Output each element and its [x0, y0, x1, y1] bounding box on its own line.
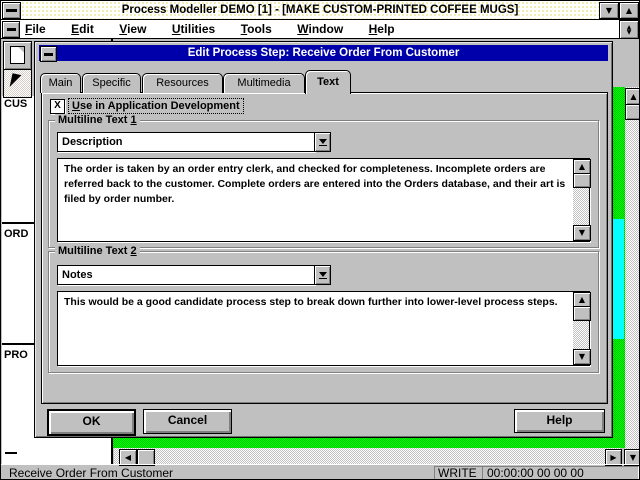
multiline-text-1-group: Multiline Text 1 Description The order i…	[48, 120, 599, 248]
description-scrollbar[interactable]: ▲ ▼	[573, 159, 589, 241]
status-message: Receive Order From Customer	[9, 465, 173, 480]
scroll-down-button[interactable]: ▼	[573, 349, 591, 365]
new-document-icon	[10, 46, 25, 64]
menu-view[interactable]: View	[119, 20, 146, 38]
multiline2-combo-dropdown-button[interactable]	[314, 265, 331, 285]
clipped-shape	[5, 452, 17, 454]
menu-help[interactable]: Help	[369, 20, 395, 38]
menu-window[interactable]: Window	[297, 20, 343, 38]
menu-edit[interactable]: Edit	[71, 20, 94, 38]
document-menu-button[interactable]	[2, 21, 20, 38]
process-step-shape[interactable]	[613, 219, 624, 339]
minimize-button[interactable]: ▼	[599, 2, 619, 19]
text-tab-panel: X Use in Application Development Multili…	[41, 92, 608, 404]
maximize-icon: ▲	[626, 7, 632, 15]
description-text: The order is taken by an order entry cle…	[64, 162, 567, 207]
scroll-down-icon: ▼	[630, 454, 636, 462]
window-titlebar: Process Modeller DEMO [1] - [MAKE CUSTOM…	[1, 1, 639, 20]
scroll-down-icon: ▼	[579, 229, 585, 237]
scroll-up-icon: ▲	[579, 296, 585, 304]
tab-text[interactable]: Text	[305, 70, 351, 94]
scroll-up-icon: ▲	[630, 93, 636, 101]
description-textarea[interactable]: The order is taken by an order entry cle…	[57, 158, 590, 242]
dialog-titlebar: Edit Process Step: Receive Order From Cu…	[39, 45, 608, 61]
scroll-up-button[interactable]: ▲	[625, 88, 640, 105]
pointer-cursor-icon	[10, 73, 22, 89]
tab-specific[interactable]: Specific	[82, 73, 141, 93]
use-in-app-dev-checkbox[interactable]: X	[50, 99, 65, 114]
statusbar: Receive Order From Customer WRITE 00:00:…	[1, 464, 639, 480]
multiline-text-2-group: Multiline Text 2 Notes This would be a g…	[48, 251, 599, 373]
edit-process-step-dialog: Edit Process Step: Receive Order From Cu…	[34, 41, 613, 438]
new-diagram-button[interactable]	[3, 41, 32, 70]
multiline-text-1-label: Multiline Text 1	[55, 114, 140, 127]
scroll-up-icon: ▲	[579, 163, 585, 171]
status-timer: 00:00:00 00 00 00	[482, 466, 639, 480]
maximize-button[interactable]: ▲	[619, 2, 639, 19]
scroll-thumb[interactable]	[573, 306, 591, 321]
dropdown-arrow-icon	[319, 272, 327, 277]
tab-main[interactable]: Main	[40, 73, 81, 93]
tab-multimedia[interactable]: Multimedia	[223, 73, 305, 93]
scroll-left-icon: ◀	[125, 454, 131, 462]
horizontal-scrollbar[interactable]	[114, 448, 621, 464]
vertical-scrollbar[interactable]	[625, 87, 640, 464]
menu-file[interactable]: File	[25, 20, 46, 38]
scroll-down-icon: ▼	[579, 353, 585, 361]
use-in-app-dev-label[interactable]: Use in Application Development	[68, 98, 244, 114]
app-window: Process Modeller DEMO [1] - [MAKE CUSTOM…	[0, 0, 640, 480]
lane-label-process: PRO	[4, 349, 28, 361]
scroll-right-icon: ▶	[610, 454, 616, 462]
multiline2-combo[interactable]: Notes	[57, 265, 315, 285]
dropdown-bar-icon	[319, 145, 327, 146]
lane-label-orders: ORD	[4, 228, 28, 240]
cancel-button[interactable]: Cancel	[143, 409, 232, 434]
status-mode-badge: WRITE	[434, 466, 485, 480]
dialog-title: Edit Process Step: Receive Order From Cu…	[39, 45, 608, 61]
document-menu-dash-icon	[7, 28, 16, 31]
notes-textarea[interactable]: This would be a good candidate process s…	[57, 291, 590, 366]
multiline1-combo-dropdown-button[interactable]	[314, 132, 331, 152]
help-button[interactable]: Help	[514, 409, 605, 433]
multiline-text-2-label: Multiline Text 2	[55, 245, 140, 258]
scroll-thumb[interactable]	[573, 173, 591, 188]
vertical-scroll-thumb[interactable]	[625, 104, 640, 120]
multiline1-combo[interactable]: Description	[57, 132, 315, 152]
menu-utilities[interactable]: Utilities	[172, 20, 215, 38]
window-title: Process Modeller DEMO [1] - [MAKE CUSTOM…	[1, 1, 639, 19]
menubar: File Edit View Utilities Tools Window He…	[1, 20, 639, 39]
checkbox-x-mark-icon: X	[54, 100, 61, 111]
scroll-down-button[interactable]: ▼	[573, 225, 591, 241]
menu-tools[interactable]: Tools	[241, 20, 272, 38]
ok-button[interactable]: OK	[47, 409, 136, 436]
notes-text: This would be a good candidate process s…	[64, 295, 567, 310]
dropdown-bar-icon	[319, 278, 327, 279]
restore-down-icon: ▼	[627, 30, 632, 35]
dropdown-arrow-icon	[319, 139, 327, 144]
lane-label-customer: CUS	[4, 98, 27, 110]
restore-document-button[interactable]: ▲ ▼	[619, 20, 639, 39]
pointer-tool-button[interactable]	[3, 69, 32, 98]
minimize-icon: ▼	[606, 7, 612, 15]
notes-scrollbar[interactable]: ▲ ▼	[573, 292, 589, 365]
tab-resources[interactable]: Resources	[142, 73, 223, 93]
